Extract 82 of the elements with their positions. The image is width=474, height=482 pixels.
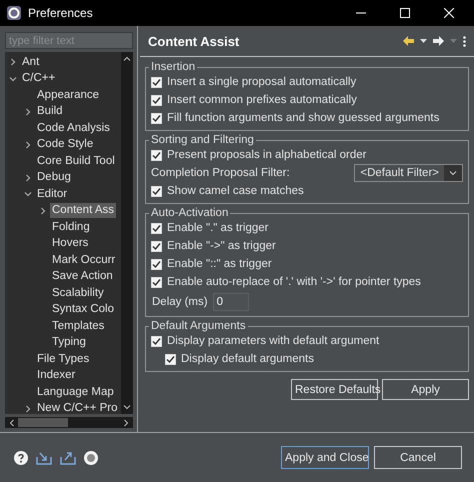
checkbox[interactable] <box>151 94 162 106</box>
checkbox[interactable] <box>151 112 162 124</box>
page-title: Content Assist <box>148 34 240 48</box>
field-label: Completion Proposal Filter: <box>151 167 291 179</box>
window-title: Preferences <box>28 6 94 20</box>
scroll-left-icon[interactable] <box>8 418 16 426</box>
tree-item[interactable]: Indexer <box>35 368 78 384</box>
group-title: Sorting and Filtering <box>150 134 255 146</box>
close-icon[interactable] <box>444 8 454 18</box>
tree-item[interactable]: Debug <box>35 170 73 186</box>
chevron-down-icon[interactable] <box>24 190 32 198</box>
tree-item[interactable]: Core Build Tool <box>35 154 117 169</box>
checkbox-label[interactable]: Enable auto-replace of '.' with '->' for pointer types <box>167 276 421 288</box>
tree-item[interactable]: Typing <box>50 335 88 350</box>
checkbox-label[interactable]: Present proposals in alphabetical order <box>167 149 366 161</box>
checkbox-label[interactable]: Display default arguments <box>181 353 314 365</box>
chevron-right-icon[interactable] <box>24 404 32 413</box>
checkbox[interactable] <box>151 258 162 270</box>
checkbox[interactable] <box>151 222 162 234</box>
checkbox-label[interactable]: Enable "::" as trigger <box>167 258 272 270</box>
checkbox-label[interactable]: Enable "->" as trigger <box>167 240 276 252</box>
more-menu-icon[interactable] <box>463 36 466 46</box>
tree-item[interactable]: Scalability <box>50 286 106 301</box>
chevron-right-icon[interactable] <box>24 108 32 116</box>
tree-item[interactable]: Code Analysis <box>35 120 112 136</box>
checkbox[interactable] <box>165 354 176 364</box>
tree-item[interactable]: Language Map <box>35 384 116 400</box>
tree-item[interactable]: Syntax Colo <box>50 302 116 318</box>
tree-item[interactable]: New C/C++ Pro <box>35 401 120 414</box>
horizontal-scrollbar[interactable] <box>5 417 133 428</box>
chevron-right-icon[interactable] <box>9 58 17 66</box>
record-icon[interactable] <box>84 450 98 464</box>
checkbox[interactable] <box>151 336 162 346</box>
scroll-up-icon[interactable] <box>123 55 131 63</box>
checkbox[interactable] <box>151 150 162 160</box>
tree-item[interactable]: Ant <box>20 54 42 70</box>
chevron-right-icon[interactable] <box>24 174 32 182</box>
chevron-right-icon[interactable] <box>24 140 32 149</box>
chevron-right-icon[interactable] <box>39 206 47 215</box>
tree-item[interactable]: Appearance <box>35 88 102 103</box>
tree-item[interactable]: C/C++ <box>20 71 58 86</box>
group-title: Default Arguments <box>150 320 247 332</box>
export-icon[interactable] <box>60 450 76 464</box>
import-icon[interactable] <box>36 450 52 464</box>
checkbox-label[interactable]: Enable "." as trigger <box>167 222 268 234</box>
checkbox-label[interactable]: Insert common prefixes automatically <box>167 94 357 106</box>
tree-item[interactable]: Code Style <box>35 137 96 152</box>
help-icon[interactable] <box>14 450 28 464</box>
back-arrow-icon[interactable] <box>403 36 414 46</box>
checkbox-label[interactable]: Show camel case matches <box>167 185 304 197</box>
maximize-icon[interactable] <box>400 8 410 18</box>
dropdown-caret-icon[interactable] <box>420 39 427 43</box>
group-title: Insertion <box>150 61 196 73</box>
tree-item[interactable]: Editor <box>35 186 70 202</box>
checkbox[interactable] <box>151 186 162 196</box>
app-icon <box>6 5 22 21</box>
scroll-right-icon[interactable] <box>122 418 130 426</box>
tree-item[interactable]: Save Action <box>50 269 115 284</box>
tree-item[interactable]: File Types <box>35 352 92 367</box>
group-title: Auto-Activation <box>150 207 230 219</box>
checkbox-label[interactable]: Display parameters with default argument <box>167 335 380 347</box>
checkbox[interactable] <box>151 76 162 88</box>
apply-button[interactable]: Apply <box>382 379 469 400</box>
field-label: Delay (ms) <box>151 296 208 308</box>
checkbox-label[interactable]: Insert a single proposal automatically <box>167 76 356 88</box>
checkbox[interactable] <box>151 240 162 252</box>
tree-item[interactable]: Hovers <box>50 236 90 252</box>
tree-item[interactable]: Templates <box>50 318 106 334</box>
tree-item[interactable]: Mark Occurr <box>50 252 118 268</box>
vertical-scrollbar[interactable] <box>121 52 133 414</box>
checkbox-label[interactable]: Fill function arguments and show guessed arguments <box>167 112 440 124</box>
tree-item[interactable]: Content Ass <box>50 203 116 218</box>
forward-arrow-icon[interactable] <box>433 36 444 46</box>
chevron-down-icon[interactable] <box>449 170 457 176</box>
scroll-down-icon[interactable] <box>123 403 131 411</box>
delay-field[interactable]: 0 <box>212 293 249 311</box>
tree-item[interactable]: Folding <box>50 220 92 235</box>
checkbox[interactable] <box>151 276 162 288</box>
chevron-down-icon[interactable] <box>9 74 17 83</box>
filter-dropdown[interactable]: <Default Filter> <box>354 164 463 182</box>
tree-item[interactable]: Build <box>35 104 65 120</box>
cancel-button[interactable]: Cancel <box>374 446 462 469</box>
